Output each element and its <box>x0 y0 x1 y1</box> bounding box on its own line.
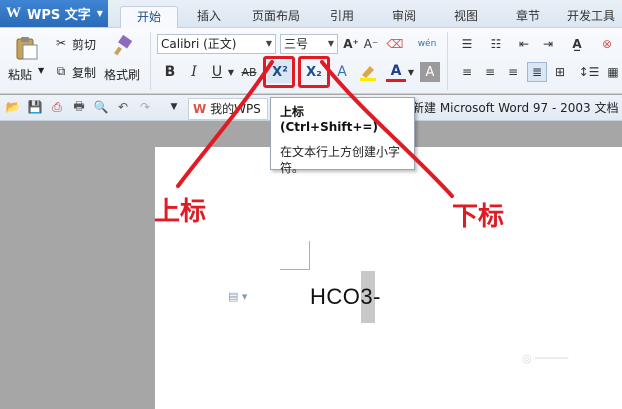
watermark-logo: ◎ ───── <box>522 352 569 365</box>
subscript-annotation-label: 下标 <box>452 202 505 232</box>
superscript-arrow-line <box>176 60 274 188</box>
annotation-arrows <box>176 60 454 198</box>
superscript-annotation-label: 上标 <box>154 197 207 227</box>
subscript-arrow-line <box>320 60 454 198</box>
wps-window: W WPS 文字 ▼ 开始 插入 页面布局 引用 审阅 视图 章节 开发工具 粘… <box>0 0 622 409</box>
